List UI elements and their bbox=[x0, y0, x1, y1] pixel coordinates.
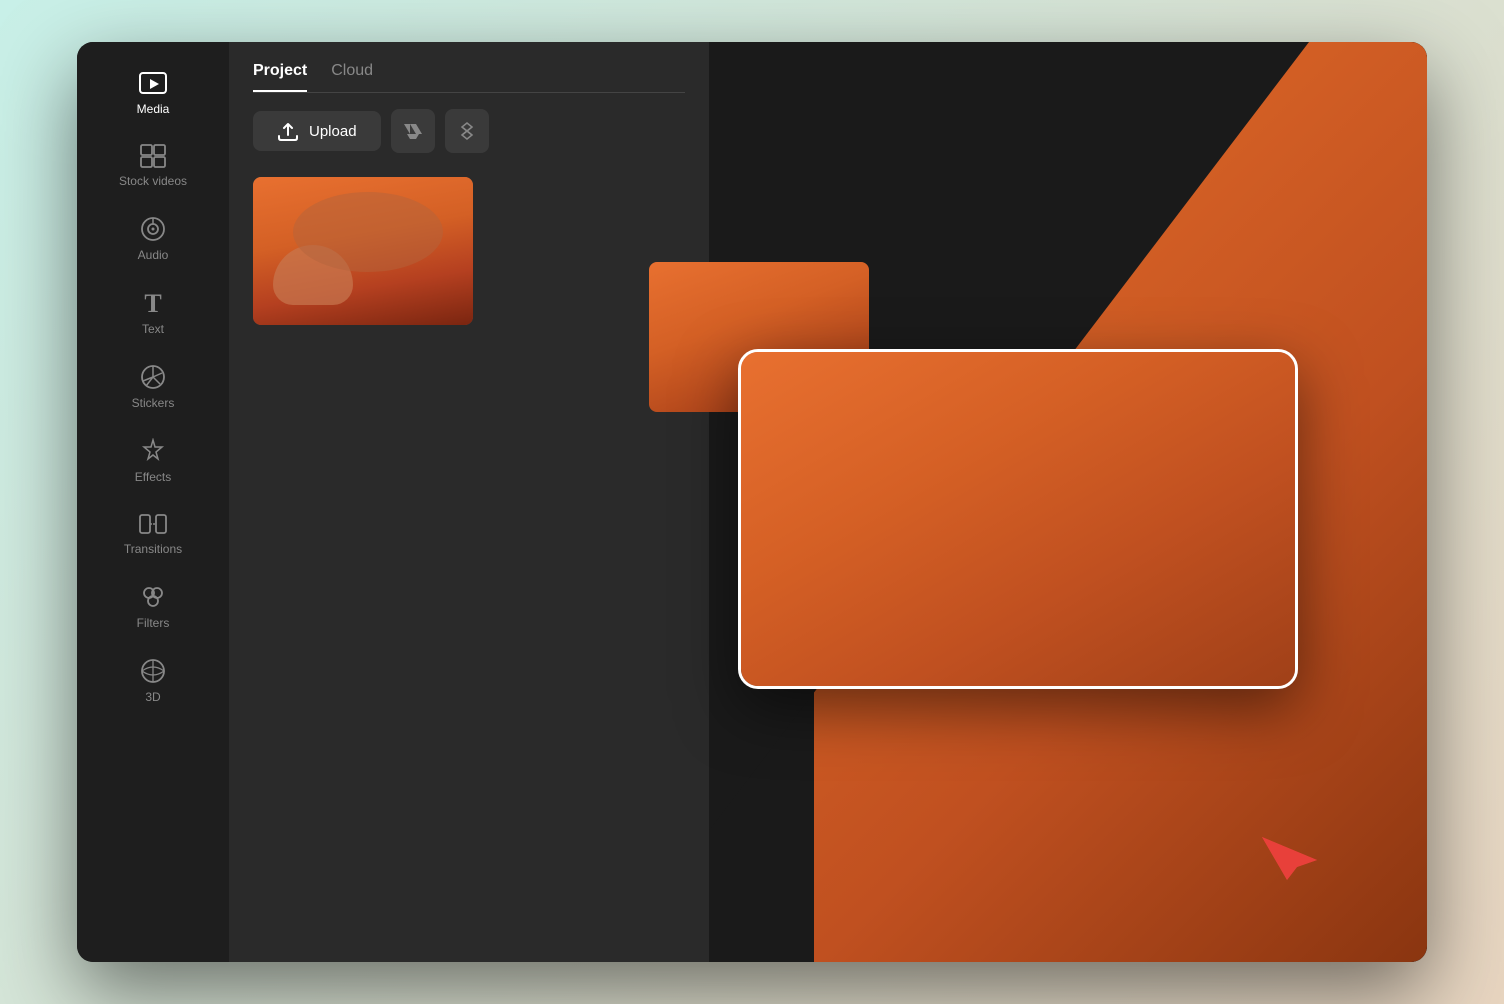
tab-project[interactable]: Project bbox=[253, 62, 307, 92]
cursor-arrow bbox=[1257, 812, 1327, 882]
sidebar-item-media-label: Media bbox=[137, 102, 170, 116]
preview-card-inner bbox=[741, 352, 1295, 686]
sidebar-item-stock-videos[interactable]: Stock videos bbox=[77, 130, 229, 202]
stickers-icon bbox=[140, 364, 166, 390]
upload-icon bbox=[277, 121, 299, 141]
svg-text:T: T bbox=[144, 290, 161, 316]
sidebar-item-text[interactable]: T Text bbox=[77, 276, 229, 350]
upload-label: Upload bbox=[309, 123, 357, 140]
left-panel: Project Cloud Upload bbox=[229, 42, 709, 962]
3d-icon bbox=[140, 658, 166, 684]
tab-cloud[interactable]: Cloud bbox=[331, 62, 373, 92]
media-grid bbox=[229, 169, 709, 333]
upload-row: Upload bbox=[229, 93, 709, 169]
sidebar-item-filters[interactable]: Filters bbox=[77, 570, 229, 644]
sidebar-item-audio[interactable]: Audio bbox=[77, 202, 229, 276]
upload-button[interactable]: Upload bbox=[253, 111, 381, 151]
preview-area bbox=[609, 42, 1427, 962]
transitions-icon bbox=[139, 512, 167, 536]
sidebar-item-effects[interactable]: Effects bbox=[77, 424, 229, 498]
dropbox-button[interactable] bbox=[445, 109, 489, 153]
tabs-row: Project Cloud bbox=[229, 42, 709, 92]
preview-card[interactable] bbox=[738, 349, 1298, 689]
sidebar-item-effects-label: Effects bbox=[135, 470, 171, 484]
sidebar-item-3d-label: 3D bbox=[145, 690, 160, 704]
sidebar-item-media[interactable]: Media bbox=[77, 58, 229, 130]
sidebar-item-audio-label: Audio bbox=[138, 248, 169, 262]
filters-icon bbox=[140, 584, 166, 610]
sidebar-item-stickers[interactable]: Stickers bbox=[77, 350, 229, 424]
audio-icon bbox=[140, 216, 166, 242]
sidebar-item-filters-label: Filters bbox=[137, 616, 170, 630]
sidebar-item-stickers-label: Stickers bbox=[132, 396, 175, 410]
sidebar-item-stock-videos-label: Stock videos bbox=[119, 174, 187, 188]
google-drive-button[interactable] bbox=[391, 109, 435, 153]
sidebar-item-transitions-label: Transitions bbox=[124, 542, 182, 556]
stock-videos-icon bbox=[140, 144, 166, 168]
text-icon: T bbox=[142, 290, 164, 316]
app-window: Media Stock videos bbox=[77, 42, 1427, 962]
media-icon bbox=[139, 72, 167, 96]
sidebar: Media Stock videos bbox=[77, 42, 229, 962]
sidebar-item-transitions[interactable]: Transitions bbox=[77, 498, 229, 570]
sidebar-item-text-label: Text bbox=[142, 322, 164, 336]
effects-icon bbox=[140, 438, 166, 464]
media-thumbnail-item[interactable] bbox=[253, 177, 473, 325]
main-content: Project Cloud Upload bbox=[229, 42, 1427, 962]
sidebar-item-3d[interactable]: 3D bbox=[77, 644, 229, 718]
